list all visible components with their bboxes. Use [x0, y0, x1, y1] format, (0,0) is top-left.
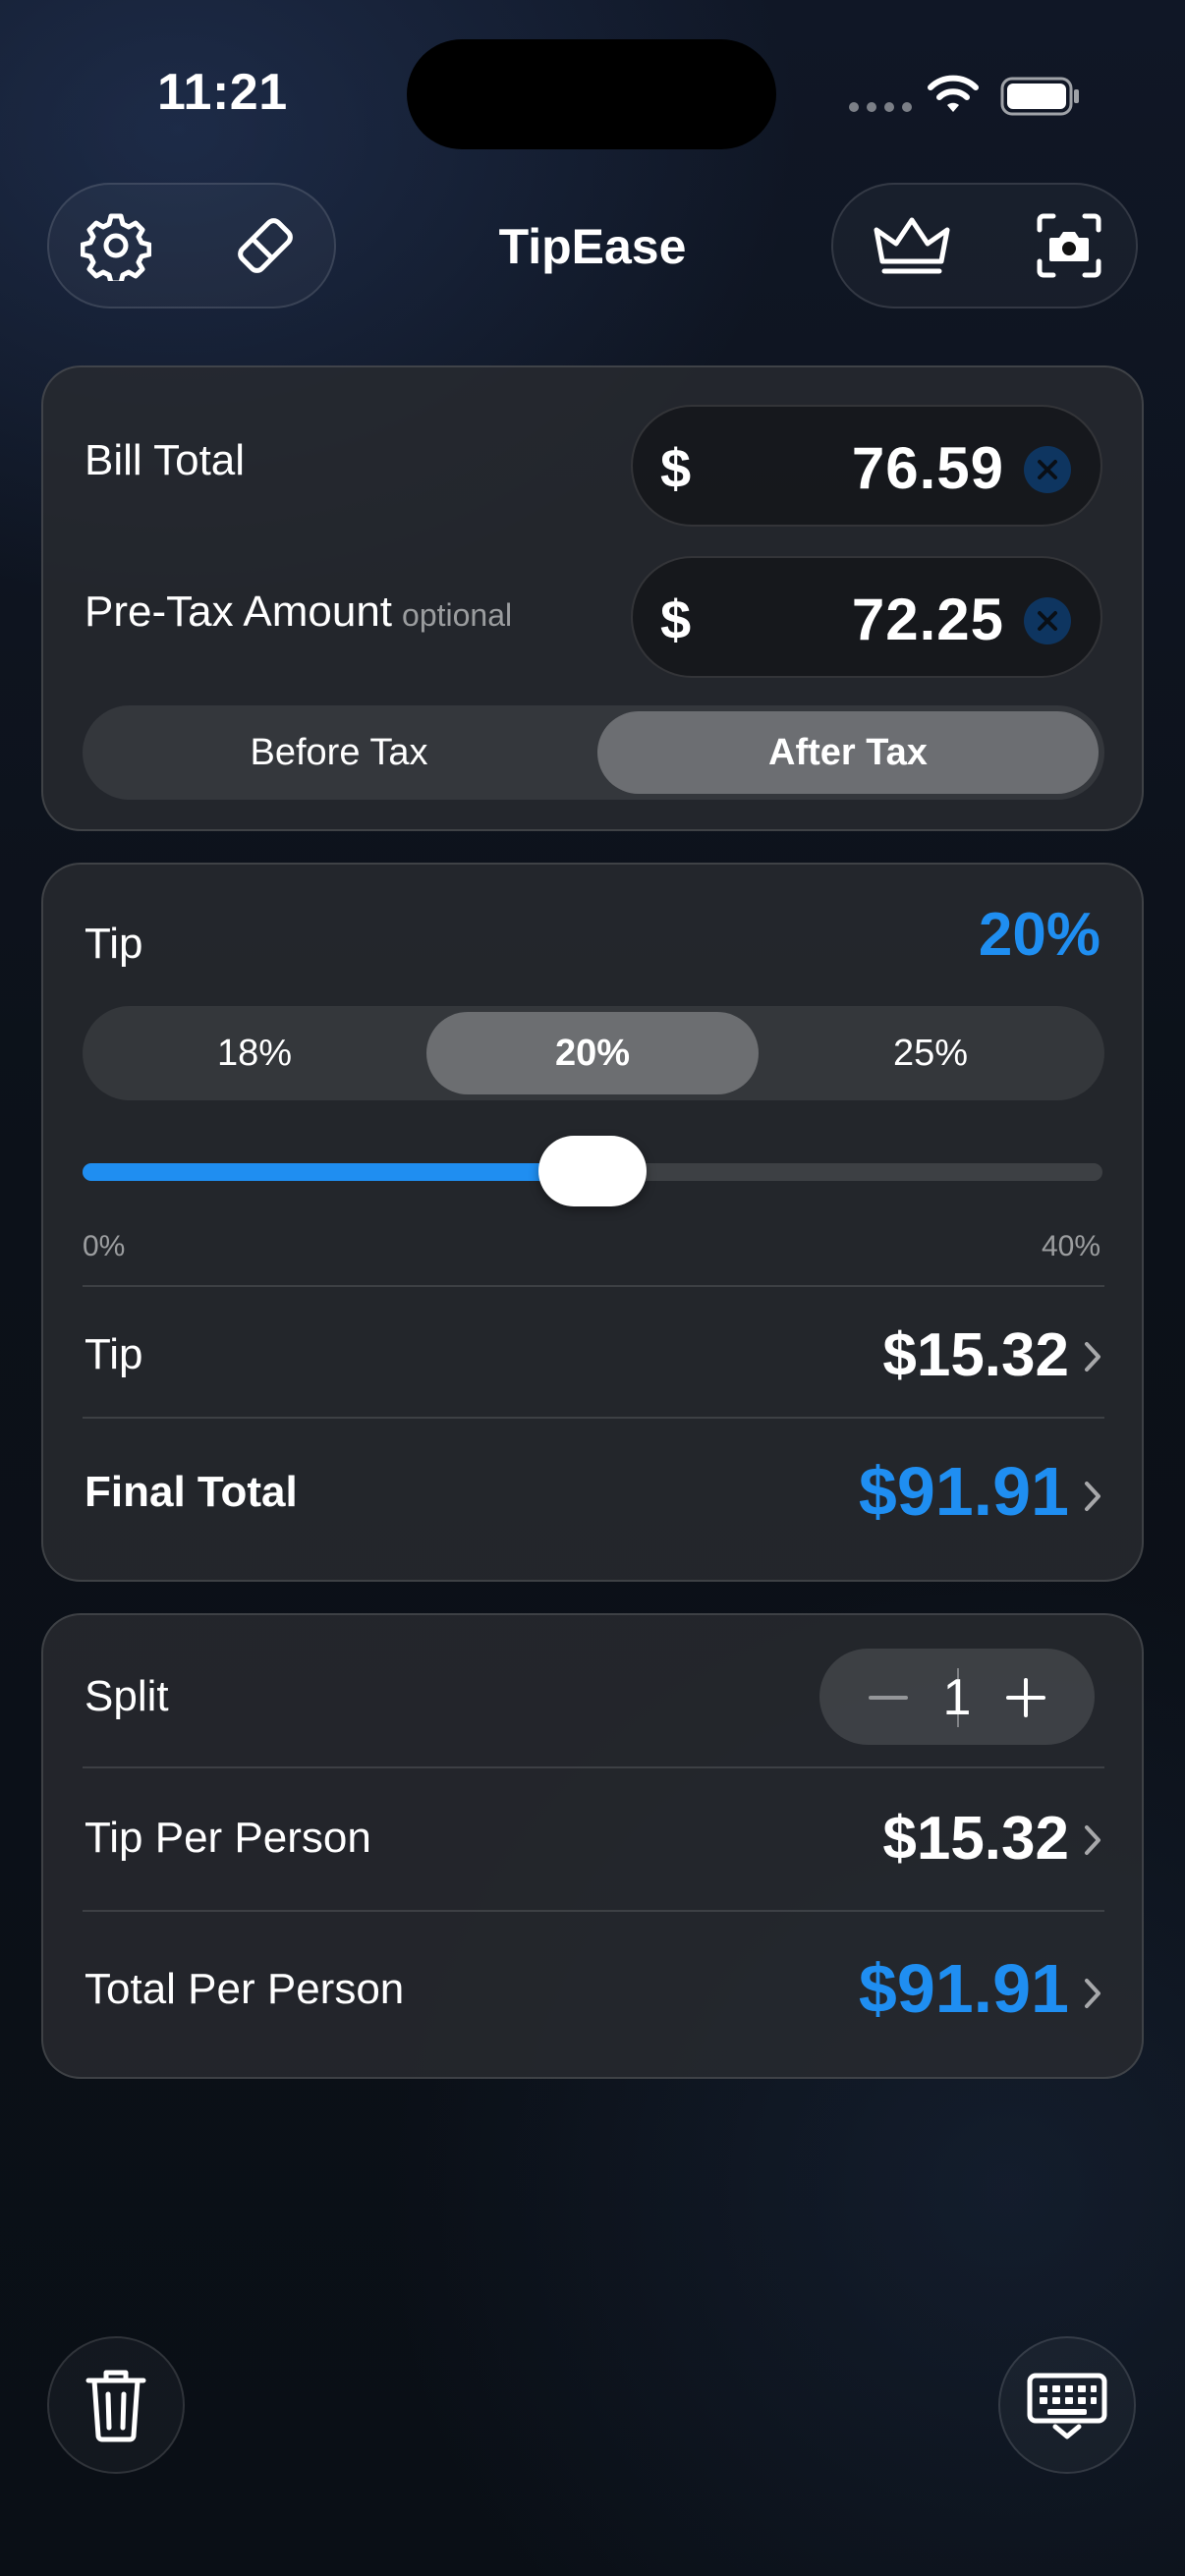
split-stepper: 1 — [819, 1649, 1095, 1745]
pretax-value[interactable]: 72.25 — [852, 586, 1004, 653]
pretax-field[interactable]: $ 72.25 — [631, 556, 1102, 678]
tip-per-person-label: Tip Per Person — [85, 1814, 371, 1862]
clear-all-button[interactable] — [216, 196, 314, 295]
final-total-value[interactable]: $91.91 — [859, 1452, 1069, 1531]
bill-total-value[interactable]: 76.59 — [852, 434, 1004, 502]
close-icon — [1038, 611, 1057, 631]
optional-hint: optional — [402, 597, 513, 633]
slider-max-label: 40% — [1041, 1230, 1100, 1262]
bill-total-label: Bill Total — [85, 436, 246, 484]
split-decrement-button[interactable] — [859, 1668, 918, 1727]
tax-mode-segmented-control: Before Tax After Tax — [83, 705, 1104, 800]
final-total-label: Final Total — [85, 1468, 298, 1516]
tax-mode-after-tax[interactable]: After Tax — [597, 711, 1099, 794]
pretax-clear-button[interactable] — [1024, 597, 1071, 644]
pretax-label: Pre-Tax Amount optional — [85, 588, 512, 637]
crown-icon — [874, 217, 950, 274]
app-title: TipEase — [498, 219, 687, 274]
divider — [83, 1285, 1104, 1287]
settings-button[interactable] — [67, 196, 165, 295]
divider — [83, 1766, 1104, 1768]
split-card: Split 1 Tip Per Person $15.32 Total Per … — [41, 1613, 1144, 2079]
text-cursor — [957, 1668, 959, 1727]
close-icon — [1038, 460, 1057, 479]
tip-preset-20[interactable]: 20% — [426, 1012, 759, 1094]
tax-mode-before-tax[interactable]: Before Tax — [88, 711, 590, 794]
currency-symbol: $ — [660, 588, 692, 650]
tip-section-label: Tip — [85, 920, 143, 968]
eraser-icon — [238, 218, 293, 273]
wifi-icon — [928, 75, 979, 112]
gear-icon — [81, 213, 151, 281]
cellular-signal-icon — [849, 102, 912, 112]
bill-total-clear-button[interactable] — [1024, 446, 1071, 493]
pretax-label-text: Pre-Tax Amount — [85, 588, 393, 636]
split-label: Split — [85, 1672, 169, 1720]
currency-symbol: $ — [660, 437, 692, 499]
camera-scan-icon — [1037, 213, 1101, 278]
tip-card: Tip 20% 18% 20% 25% 0% 40% Tip $15.32 Fi… — [41, 863, 1144, 1582]
status-time: 11:21 — [157, 64, 288, 121]
trash-icon — [85, 2370, 146, 2442]
plus-icon — [1006, 1678, 1045, 1717]
split-increment-button[interactable] — [996, 1668, 1055, 1727]
tip-slider-thumb[interactable] — [538, 1136, 647, 1206]
chevron-right-icon — [1085, 1979, 1100, 2008]
tip-amount-value[interactable]: $15.32 — [882, 1320, 1069, 1390]
tip-preset-25[interactable]: 25% — [764, 1012, 1097, 1094]
tip-preset-segmented-control: 18% 20% 25% — [83, 1006, 1104, 1100]
dismiss-keyboard-button[interactable] — [998, 2336, 1136, 2474]
tip-slider-fill — [83, 1163, 592, 1181]
tip-preset-18[interactable]: 18% — [88, 1012, 421, 1094]
left-toolbar — [47, 183, 336, 308]
delete-button[interactable] — [47, 2336, 185, 2474]
keyboard-dismiss-icon — [1027, 2373, 1107, 2439]
bill-card: Bill Total $ 76.59 Pre-Tax Amount optiona… — [41, 365, 1144, 831]
divider — [83, 1417, 1104, 1419]
total-per-person-label: Total Per Person — [85, 1965, 405, 2013]
chevron-right-icon — [1085, 1482, 1100, 1511]
battery-icon — [1000, 77, 1079, 116]
chevron-right-icon — [1085, 1825, 1100, 1855]
total-per-person-value[interactable]: $91.91 — [859, 1949, 1069, 2028]
dynamic-island — [407, 39, 776, 149]
divider — [83, 1910, 1104, 1912]
right-toolbar — [831, 183, 1138, 308]
slider-min-label: 0% — [83, 1230, 126, 1262]
tip-percent-display: 20% — [978, 901, 1100, 969]
tip-amount-label: Tip — [85, 1330, 143, 1378]
premium-button[interactable] — [863, 196, 961, 295]
chevron-right-icon — [1085, 1342, 1100, 1372]
scan-receipt-button[interactable] — [1020, 196, 1118, 295]
bill-total-field[interactable]: $ 76.59 — [631, 405, 1102, 527]
minus-icon — [869, 1696, 908, 1700]
tip-per-person-value[interactable]: $15.32 — [882, 1804, 1069, 1874]
